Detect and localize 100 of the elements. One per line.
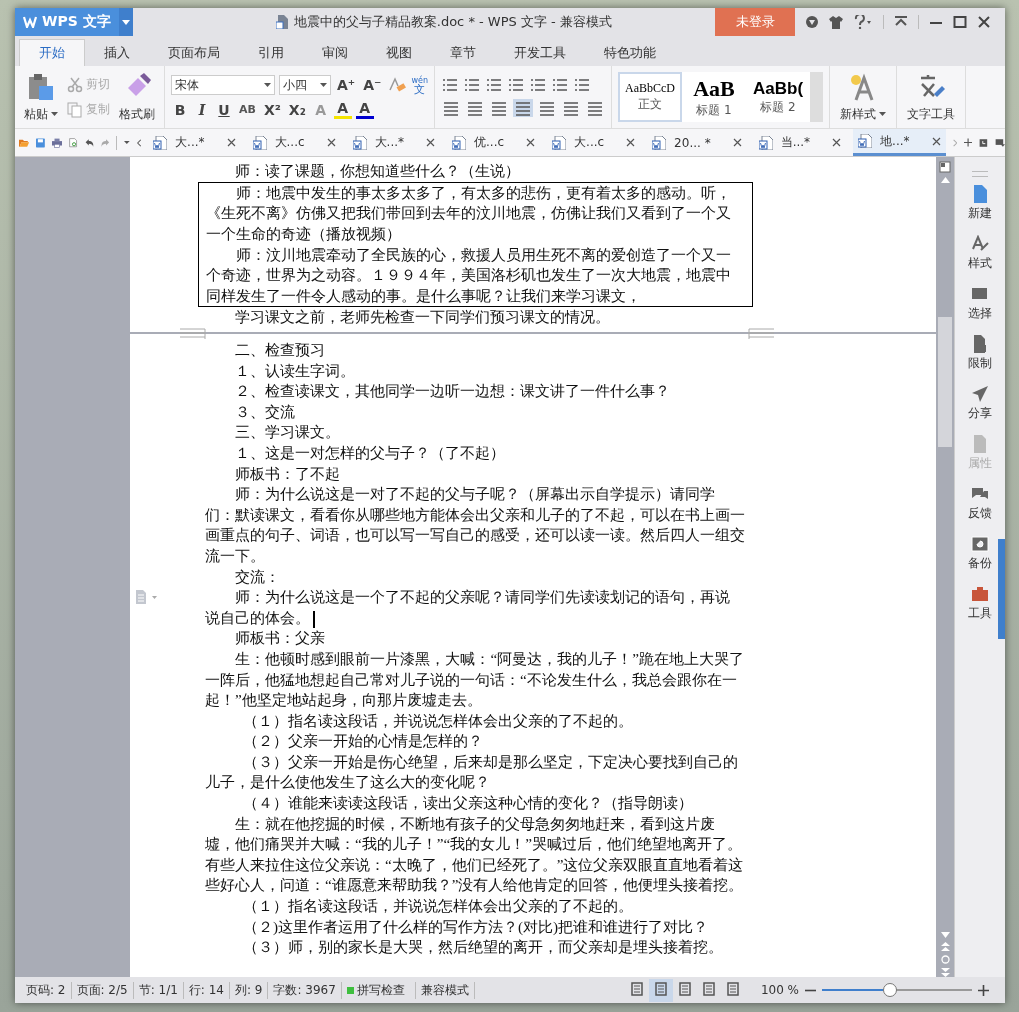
format-button[interactable]: A xyxy=(355,101,374,119)
grow-font-button[interactable]: A⁺ xyxy=(335,76,358,94)
alignment-icon[interactable] xyxy=(513,99,533,117)
ribbon-tab[interactable]: 特色功能 xyxy=(585,39,675,66)
close-icon[interactable] xyxy=(526,138,536,147)
paragraph-tool-icon[interactable] xyxy=(441,77,459,93)
alignment-icon[interactable] xyxy=(441,99,461,117)
paragraph: 师：为什么说这是一对了不起的父与子呢？（屏幕出示自学提示）请同学们：默读课文，看看你从哪些地方能体会出父亲和儿子的了不起，可以在书上画一画重点的句子、词语，也可以写一写自己的感受，还可以读一读。然后四人一组交流一下。 xyxy=(205,484,745,566)
document-tab[interactable]: 大...* xyxy=(347,129,440,156)
close-icon[interactable] xyxy=(732,138,742,147)
view-mode-button[interactable] xyxy=(648,978,673,1002)
paragraph-tool-icon[interactable] xyxy=(573,77,591,93)
ribbon-tab[interactable]: 章节 xyxy=(431,39,495,66)
caret-icon[interactable] xyxy=(124,140,130,145)
sidebar-item[interactable]: 工具 xyxy=(968,585,993,635)
document-icon xyxy=(452,135,466,150)
format-button[interactable]: X² xyxy=(261,101,283,119)
alignment-icon[interactable] xyxy=(489,99,509,117)
close-icon[interactable] xyxy=(832,138,842,147)
ribbon-tab[interactable]: 页面布局 xyxy=(149,39,239,66)
close-icon[interactable] xyxy=(626,138,636,147)
shrink-font-button[interactable]: A⁻ xyxy=(361,76,384,94)
font-size-field[interactable]: 小四 xyxy=(279,75,331,95)
sidebar-item[interactable]: 备份 xyxy=(968,535,993,585)
close-icon[interactable] xyxy=(977,15,991,29)
style-preset[interactable]: AaBb( 标题 2 xyxy=(746,72,810,122)
sidebar-item[interactable]: 样式 xyxy=(968,235,993,285)
clipboard-icon xyxy=(26,71,56,102)
paragraph: 师：地震中发生的事太多太多了，有太多的悲伤，更有着太多的感动。听，《生死不离》仿佛又把我们带回到去年的汶川地震，仿佛让我们又看到了一个又一个生命的奇迹（播放视频） xyxy=(206,182,733,245)
paragraph-tool-icon[interactable] xyxy=(507,77,525,93)
gallery-scrollbar[interactable] xyxy=(810,72,823,122)
style-preset[interactable]: AaB 标题 1 xyxy=(682,72,746,122)
paste-button[interactable]: 粘贴 xyxy=(21,71,61,123)
close-icon[interactable] xyxy=(326,138,336,147)
text-tools-button[interactable]: 文字工具 xyxy=(897,66,966,128)
format-button[interactable]: U xyxy=(215,101,233,119)
format-button[interactable]: X₂ xyxy=(286,101,308,119)
status-text: 页码: 2 xyxy=(21,981,72,999)
browse-object-icon[interactable] xyxy=(940,955,950,964)
ribbon-tab[interactable]: 审阅 xyxy=(303,39,367,66)
sidebar-item[interactable]: 新建 xyxy=(968,185,993,235)
sidebar-toggle-handle[interactable] xyxy=(998,539,1005,639)
style-preset[interactable]: AaBbCcD 正文 xyxy=(618,72,682,122)
close-icon[interactable] xyxy=(931,136,941,146)
previous-page-icon[interactable] xyxy=(940,942,950,951)
paragraph: 学习课文之前，老师先检查一下同学们预习课文的情况。 xyxy=(234,307,612,328)
ribbon-tab[interactable]: 视图 xyxy=(367,39,431,66)
ribbon-tab[interactable]: 开始 xyxy=(19,39,85,66)
sidebar-item[interactable]: 选择 xyxy=(968,285,993,335)
document-tab[interactable]: 优...c xyxy=(447,129,541,156)
alignment-icon[interactable] xyxy=(561,99,581,117)
sidebar-item[interactable]: 限制 xyxy=(968,335,993,385)
font-name-field[interactable]: 宋体 xyxy=(171,75,275,95)
scissors-icon xyxy=(67,76,83,93)
ribbon-tab[interactable]: 插入 xyxy=(85,39,149,66)
maximize-icon[interactable] xyxy=(953,15,967,29)
scroll-up-icon[interactable] xyxy=(940,177,950,183)
paragraph: （１）指名读这段话，并说说怎样体会出父亲的了不起的。 xyxy=(242,710,634,731)
caret-icon xyxy=(264,83,271,87)
plus-icon[interactable] xyxy=(963,136,973,149)
document-tab[interactable]: 大...c xyxy=(547,129,641,156)
format-painter-button[interactable]: 格式刷 xyxy=(116,71,158,123)
ribbon-tab[interactable]: 引用 xyxy=(239,39,303,66)
document-tab[interactable]: 大...c xyxy=(247,129,341,156)
document-tab[interactable]: 地...* xyxy=(853,129,946,156)
ribbon-tab[interactable]: 开发工具 xyxy=(495,39,585,66)
alignment-icon[interactable] xyxy=(585,99,605,117)
alignment-icon[interactable] xyxy=(537,99,557,117)
help-icon[interactable] xyxy=(853,15,873,29)
paragraph-tool-icon[interactable] xyxy=(463,77,481,93)
sidebar-item[interactable]: 反馈 xyxy=(968,485,993,535)
paragraph-tool-icon[interactable] xyxy=(551,77,569,93)
close-icon[interactable] xyxy=(226,138,236,147)
clear-format-icon[interactable] xyxy=(387,76,408,94)
spell-check-button[interactable]: 拼写检查 xyxy=(341,981,416,999)
shirt-icon[interactable] xyxy=(829,15,843,29)
scroll-down-icon[interactable] xyxy=(940,932,950,938)
close-icon[interactable] xyxy=(426,138,435,147)
zoom-in-icon[interactable] xyxy=(978,984,989,996)
paragraph-tool-icon[interactable] xyxy=(529,77,547,93)
paragraph: （３）师，别的家长是大哭，然后绝望的离开，而父亲却是埋头接着挖。 xyxy=(242,937,724,958)
phonetic-guide-button[interactable]: wén 文 xyxy=(411,76,428,94)
document-tab[interactable]: 当...* xyxy=(753,129,847,156)
split-view-icon[interactable] xyxy=(939,161,952,173)
document-tab[interactable]: 20... * xyxy=(647,129,747,156)
format-button[interactable]: AB xyxy=(237,101,258,119)
format-button[interactable]: A xyxy=(333,101,352,119)
alignment-icon[interactable] xyxy=(465,99,485,117)
skin-circle-icon[interactable] xyxy=(805,15,819,29)
sidebar-item[interactable]: 分享 xyxy=(968,385,993,435)
print-preview-icon[interactable] xyxy=(68,135,78,150)
scrollbar-thumb[interactable] xyxy=(938,317,953,447)
format-button[interactable]: B xyxy=(171,101,189,119)
paragraph: 师：汶川地震牵动了全民族的心，救援人员用生死不离的爱创造了一个又一个奇迹，世界为之动容。１９９４年，美国洛杉矶也发生了一次大地震，地震中同样发生了一件令人感动的事。是什么事呢？让我们来学习课文， xyxy=(206,244,733,306)
compatibility-mode-text: 兼容模式 xyxy=(415,981,475,999)
document-tab[interactable]: 大...* xyxy=(148,129,241,156)
paragraph: ２、检查读课文，其他同学一边听一边想：课文讲了一件什么事？ xyxy=(234,381,672,402)
format-button[interactable]: I xyxy=(193,101,211,119)
new-style-button[interactable]: 新样式 xyxy=(830,66,897,128)
paragraph-tool-icon[interactable] xyxy=(485,77,503,93)
